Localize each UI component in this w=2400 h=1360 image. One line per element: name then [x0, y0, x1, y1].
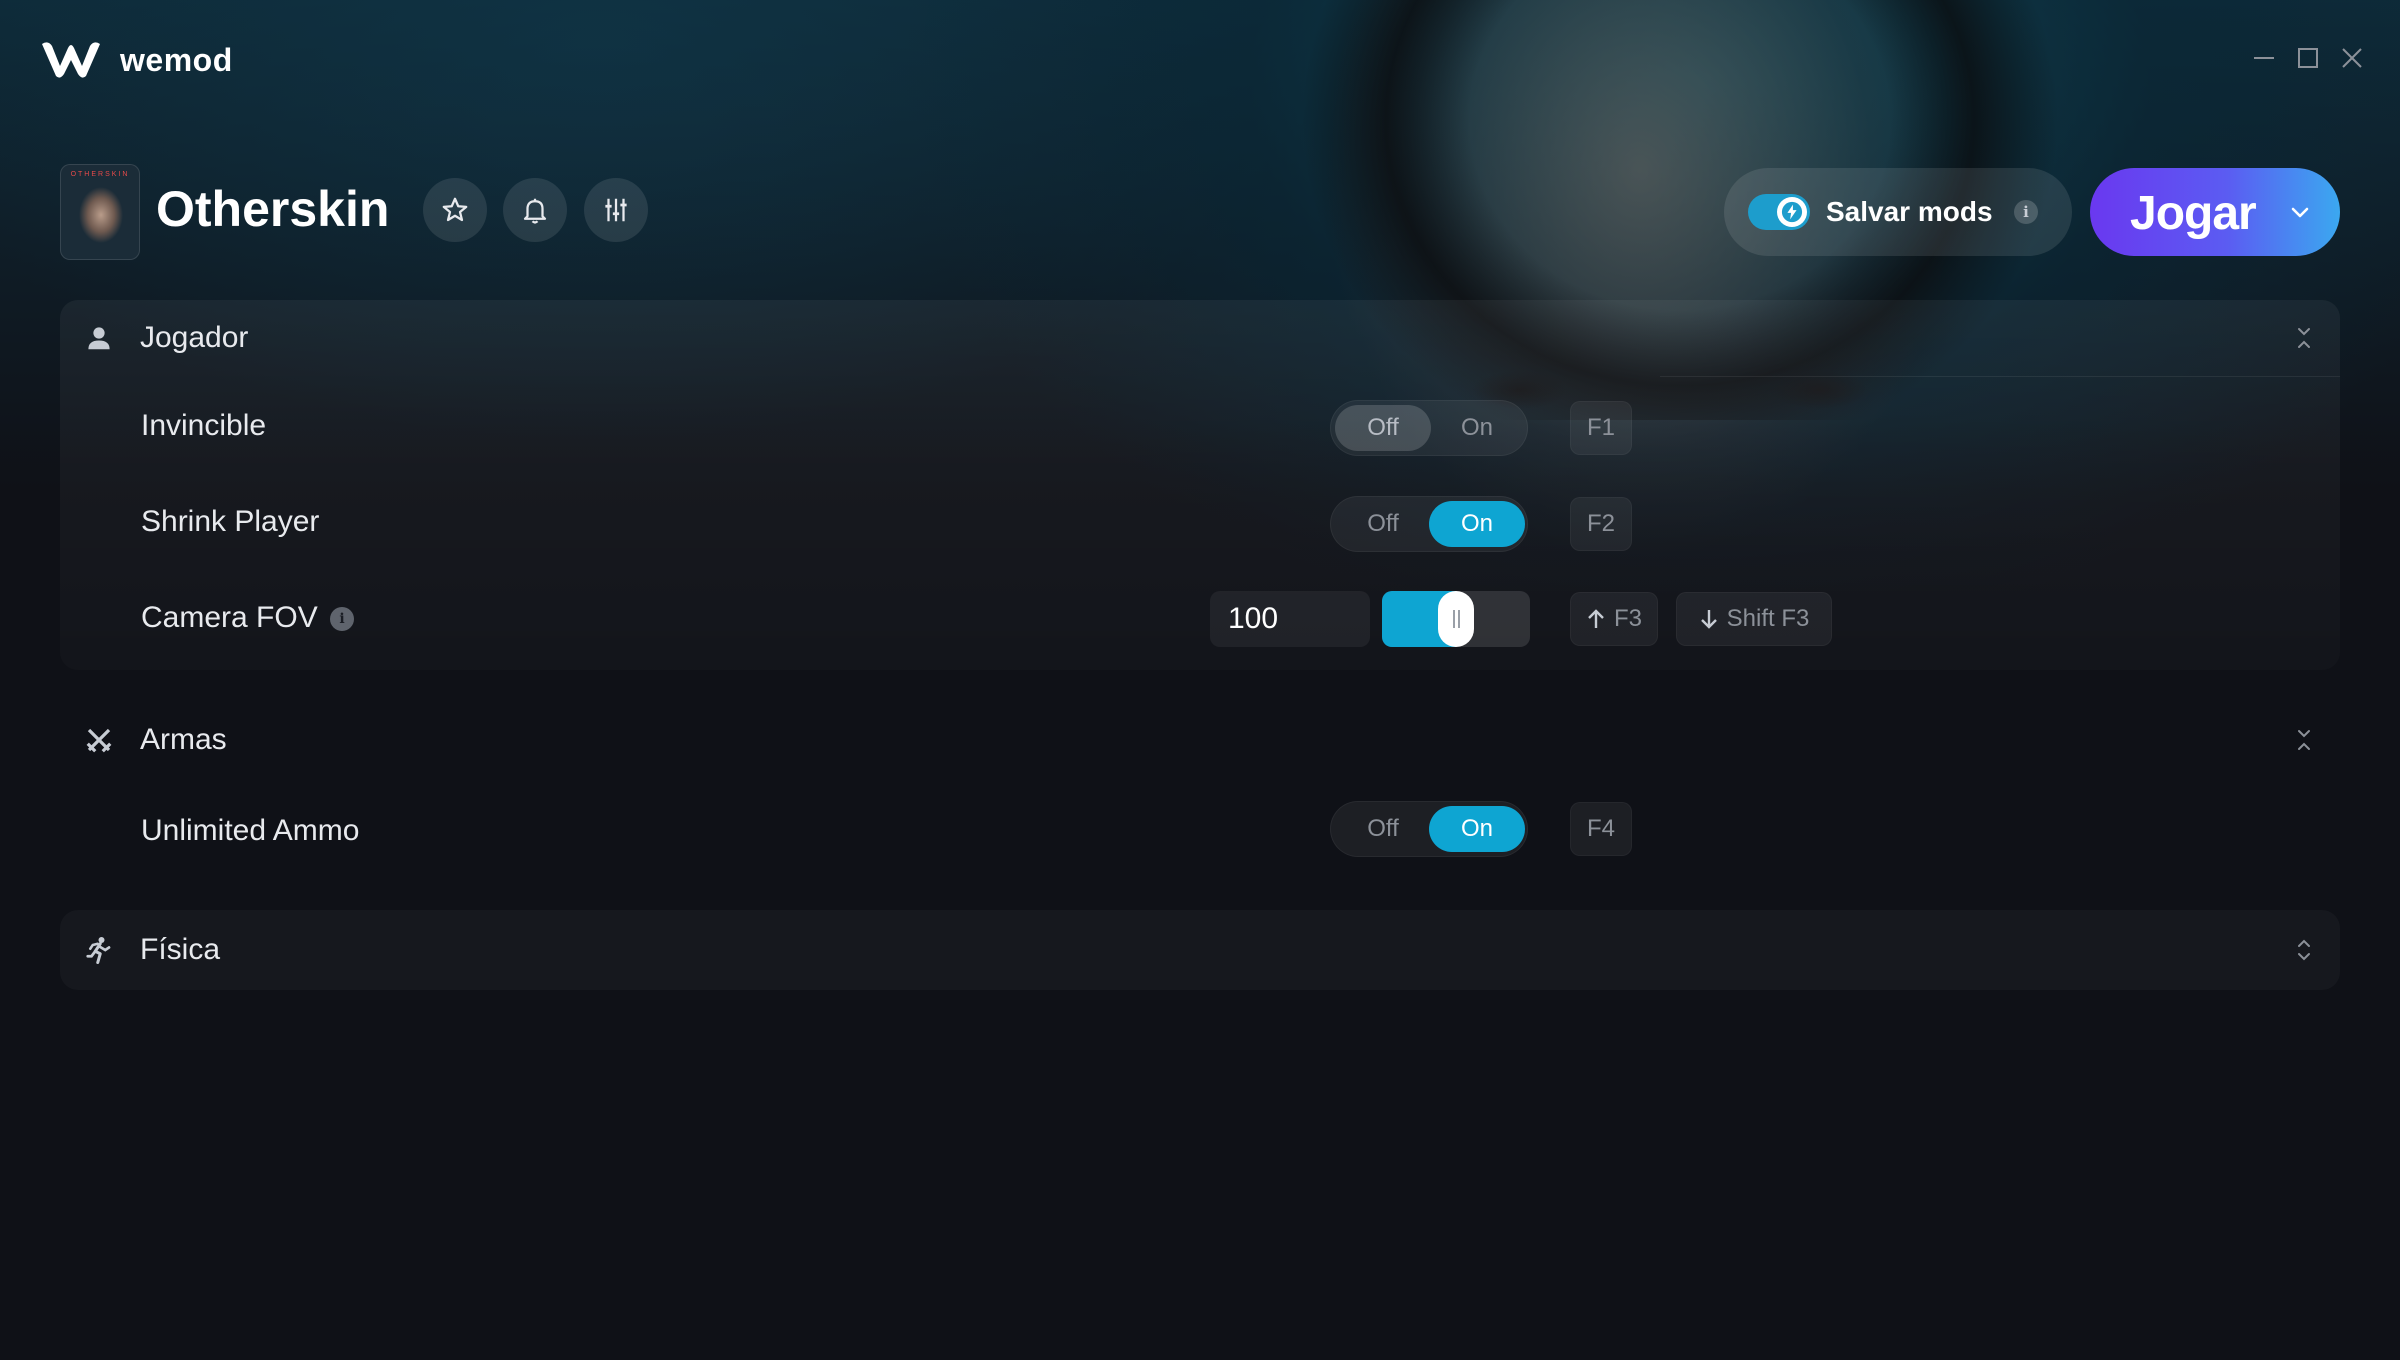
mod-label-unlimited-ammo: Unlimited Ammo	[141, 814, 360, 847]
thumbnail-logo-text: OTHERSKIN	[70, 171, 130, 178]
game-title: Otherskin	[156, 181, 390, 237]
hotkey-badge[interactable]: F2	[1570, 497, 1632, 551]
category-label: Armas	[140, 723, 227, 756]
toggle-off-option[interactable]: Off	[1335, 405, 1431, 451]
game-thumbnail: OTHERSKIN	[60, 164, 140, 260]
mod-label-invincible: Invincible	[141, 409, 267, 442]
save-mods-toggle[interactable]	[1748, 194, 1810, 230]
category-header-armas[interactable]: Armas	[60, 705, 2340, 775]
category-label: Física	[140, 933, 221, 966]
toggle-off-option[interactable]: Off	[1335, 806, 1431, 852]
save-mods-control[interactable]: Salvar mods i	[1724, 168, 2072, 256]
info-icon[interactable]: i	[2014, 200, 2038, 224]
hotkey-label: F3	[1613, 605, 1642, 632]
minimize-icon[interactable]	[2250, 44, 2278, 72]
play-label: Jogar	[2130, 187, 2257, 240]
wemod-logo-icon	[42, 42, 100, 78]
lightning-icon	[1781, 201, 1803, 223]
collapse-chevron-icon[interactable]	[2292, 725, 2316, 755]
bell-icon	[523, 198, 547, 224]
favorite-button[interactable]	[423, 178, 487, 242]
camera-fov-value-input[interactable]: 100	[1210, 591, 1370, 647]
camera-fov-slider[interactable]	[1382, 591, 1530, 647]
hotkey-badge[interactable]: F1	[1570, 401, 1632, 455]
mod-label-camera-fov: Camera FOV	[141, 601, 318, 634]
sliders-icon	[605, 198, 627, 222]
toggle-on-option[interactable]: On	[1429, 501, 1525, 547]
arrow-up-icon	[1588, 609, 1604, 628]
divider	[1660, 376, 2340, 377]
expand-chevron-icon[interactable]	[2292, 935, 2316, 965]
hotkey-decrease[interactable]: Shift F3	[1676, 592, 1832, 646]
toggle-shrink-player[interactable]: Off On	[1330, 496, 1528, 552]
hotkey-label: F1	[1586, 414, 1615, 441]
toggle-off-option[interactable]: Off	[1335, 501, 1431, 547]
hotkey-label: F4	[1586, 815, 1615, 842]
toggle-invincible[interactable]: Off On	[1330, 400, 1528, 456]
hotkey-increase[interactable]: F3	[1570, 592, 1658, 646]
category-header-fisica[interactable]: Física	[60, 915, 2340, 985]
hotkey-label: Shift F3	[1726, 605, 1810, 632]
settings-button[interactable]	[584, 178, 648, 242]
hotkey-label: F2	[1586, 510, 1615, 537]
arrow-down-icon	[1700, 610, 1717, 629]
close-icon[interactable]	[2338, 44, 2366, 72]
toggle-unlimited-ammo[interactable]: Off On	[1330, 801, 1528, 857]
toggle-on-option[interactable]: On	[1429, 405, 1525, 451]
app-brand: wemod	[120, 42, 233, 78]
crossed-swords-icon	[86, 728, 112, 753]
maximize-icon[interactable]	[2294, 44, 2322, 72]
collapse-chevron-icon[interactable]	[2292, 323, 2316, 353]
info-icon[interactable]: i	[330, 607, 354, 631]
notifications-button[interactable]	[503, 178, 567, 242]
title-bar: wemod	[0, 0, 2400, 120]
person-icon	[88, 327, 110, 350]
category-header-jogador[interactable]: Jogador	[60, 303, 2340, 373]
running-icon	[86, 937, 111, 964]
chevron-down-icon[interactable]	[2288, 200, 2312, 224]
star-icon	[442, 197, 468, 222]
save-mods-label: Salvar mods	[1826, 196, 1993, 227]
toggle-on-option[interactable]: On	[1429, 806, 1525, 852]
slider-thumb[interactable]	[1438, 591, 1474, 647]
category-label: Jogador	[140, 321, 249, 354]
mod-label-shrink-player: Shrink Player	[141, 505, 320, 538]
play-button[interactable]: Jogar	[2090, 168, 2340, 256]
hotkey-badge[interactable]: F4	[1570, 802, 1632, 856]
